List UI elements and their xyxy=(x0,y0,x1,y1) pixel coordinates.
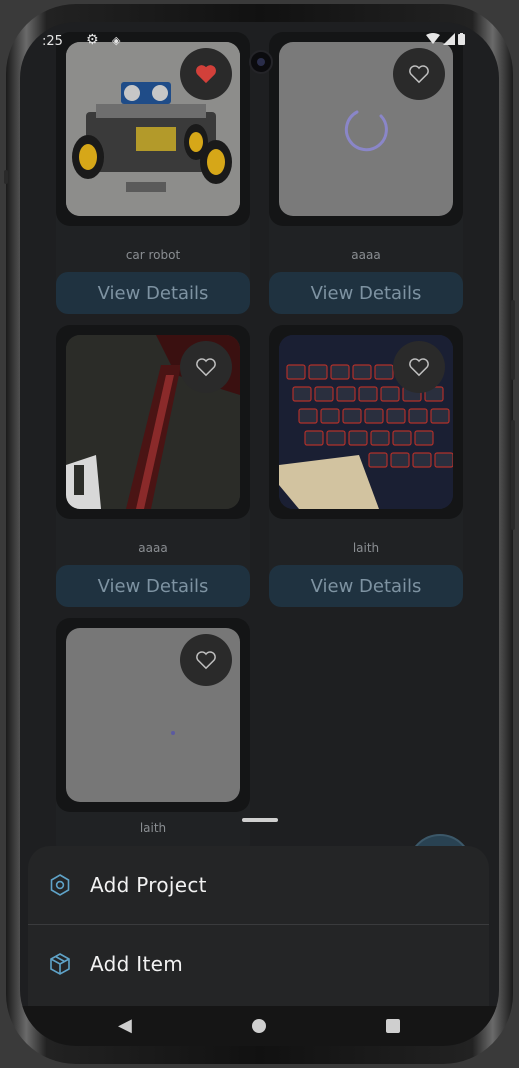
favorite-button[interactable] xyxy=(180,341,232,393)
project-card[interactable]: car robot View Details xyxy=(56,32,250,314)
project-card[interactable]: aaaa View Details xyxy=(269,32,463,314)
heart-outline-icon xyxy=(409,358,429,377)
card-title: laith xyxy=(352,541,380,555)
view-details-button[interactable]: View Details xyxy=(269,272,463,314)
add-item-option[interactable]: Add Item xyxy=(28,925,489,1003)
card-title: car robot xyxy=(125,248,181,262)
card-image-frame xyxy=(269,325,463,519)
add-item-label: Add Item xyxy=(90,952,184,976)
card-image-frame xyxy=(269,32,463,226)
heart-outline-icon xyxy=(196,358,216,377)
battery-icon xyxy=(458,33,465,45)
card-image-frame xyxy=(56,325,250,519)
card-title: aaaa xyxy=(138,541,168,555)
system-nav-bar: ◀ xyxy=(20,1006,499,1046)
heart-filled-icon xyxy=(196,65,216,84)
home-circle-icon[interactable] xyxy=(252,1019,266,1033)
project-card[interactable]: aaaa View Details xyxy=(56,325,250,607)
notification-dot-icon: ◈ xyxy=(112,34,121,47)
sheet-drag-handle[interactable] xyxy=(242,818,278,822)
view-details-button[interactable]: View Details xyxy=(56,272,250,314)
project-card[interactable]: laith View Details xyxy=(269,325,463,607)
favorite-button[interactable] xyxy=(393,341,445,393)
add-project-option[interactable]: Add Project xyxy=(28,846,489,924)
favorite-button[interactable] xyxy=(180,634,232,686)
status-time: :25 xyxy=(42,34,63,49)
card-image-frame xyxy=(56,32,250,226)
cell-signal-icon xyxy=(443,33,455,45)
status-icons xyxy=(426,33,465,45)
view-details-button[interactable]: View Details xyxy=(269,565,463,607)
gear-icon: ⚙ xyxy=(86,32,99,48)
project-card[interactable]: laith xyxy=(56,618,250,858)
add-project-label: Add Project xyxy=(90,873,207,897)
front-camera xyxy=(249,50,273,74)
wifi-icon xyxy=(426,33,440,44)
recents-square-icon[interactable] xyxy=(386,1019,400,1033)
power-button xyxy=(511,300,515,380)
volume-button xyxy=(511,420,515,530)
back-triangle-icon[interactable]: ◀ xyxy=(118,1015,132,1036)
card-image-frame xyxy=(56,618,250,812)
view-details-button[interactable]: View Details xyxy=(56,565,250,607)
heart-outline-icon xyxy=(409,65,429,84)
heart-outline-icon xyxy=(196,651,216,670)
card-title: laith xyxy=(139,821,167,835)
phone-screen: :25 ⚙ ◈ car robot View Details aaaa View… xyxy=(20,22,499,1046)
card-title: aaaa xyxy=(351,248,381,262)
side-button-left xyxy=(4,170,8,184)
hexagon-icon xyxy=(50,874,70,896)
box-icon xyxy=(50,953,70,975)
